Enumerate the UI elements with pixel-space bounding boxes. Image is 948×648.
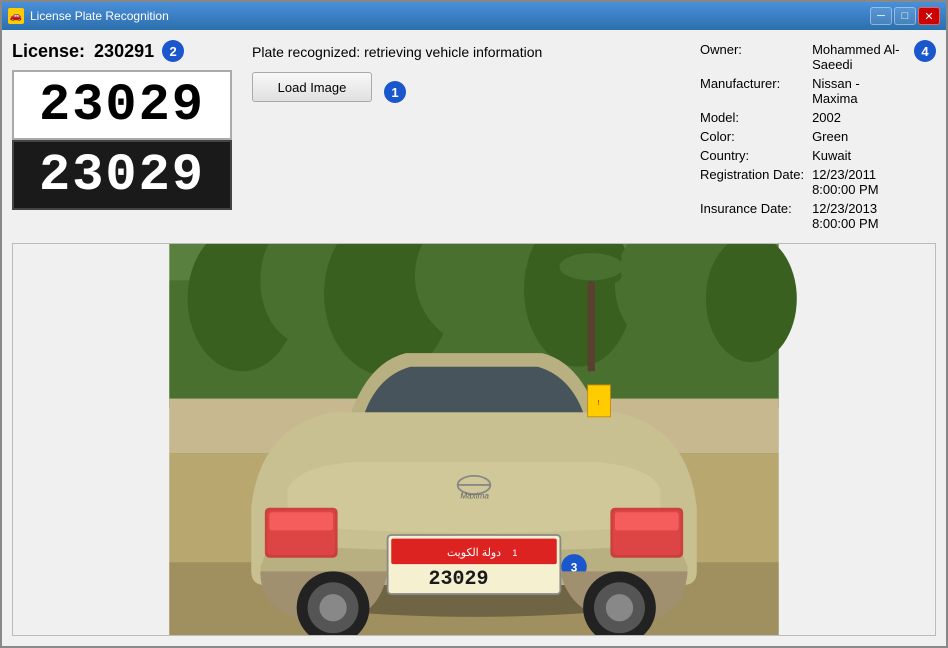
app-icon: 🚗 — [8, 8, 24, 24]
title-bar: 🚗 License Plate Recognition ─ □ ✕ — [2, 2, 946, 30]
car-image-section: دولة الكويت 1 23029 3 Maxima — [12, 243, 936, 636]
owner-row: Owner: Mohammed Al-Saeedi — [696, 40, 908, 74]
load-image-button[interactable]: Load Image — [252, 72, 372, 102]
plate-display-white: 23029 — [12, 70, 232, 140]
reg-date-row: Registration Date: 12/23/2011 8:00:00 PM — [696, 165, 908, 199]
upper-section: License: 230291 2 23029 23029 Plate reco… — [12, 40, 936, 235]
plate-display-black: 23029 — [12, 140, 232, 210]
svg-text:Maxima: Maxima — [460, 492, 489, 501]
car-image-svg: دولة الكويت 1 23029 3 Maxima — [13, 244, 935, 635]
license-label: License: 230291 — [12, 41, 154, 62]
btn-badge-row: Load Image 1 — [252, 72, 686, 112]
license-header: License: 230291 2 — [12, 40, 242, 62]
country-label: Country: — [696, 146, 808, 165]
minimize-button[interactable]: ─ — [870, 7, 892, 25]
color-row: Color: Green — [696, 127, 908, 146]
manufacturer-row: Manufacturer: Nissan - Maxima — [696, 74, 908, 108]
model-row: Model: 2002 — [696, 108, 908, 127]
info-section: Owner: Mohammed Al-Saeedi Manufacturer: … — [696, 40, 936, 235]
svg-text:23029: 23029 — [429, 568, 489, 591]
title-bar-left: 🚗 License Plate Recognition — [8, 8, 169, 24]
close-button[interactable]: ✕ — [918, 7, 940, 25]
load-badge: 1 — [384, 81, 406, 103]
status-text: Plate recognized: retrieving vehicle inf… — [252, 44, 686, 60]
country-row: Country: Kuwait — [696, 146, 908, 165]
country-value: Kuwait — [808, 146, 908, 165]
license-badge: 2 — [162, 40, 184, 62]
manufacturer-value: Nissan - Maxima — [808, 74, 908, 108]
reg-date-label: Registration Date: — [696, 165, 808, 199]
info-badge: 4 — [914, 40, 936, 62]
main-window: 🚗 License Plate Recognition ─ □ ✕ Licens… — [0, 0, 948, 648]
svg-text:!: ! — [598, 398, 600, 407]
plate-section: License: 230291 2 23029 23029 — [12, 40, 242, 235]
ins-date-value: 12/23/2013 8:00:00 PM — [808, 199, 908, 233]
manufacturer-label: Manufacturer: — [696, 74, 808, 108]
color-label: Color: — [696, 127, 808, 146]
model-value: 2002 — [808, 108, 908, 127]
vehicle-info-table: Owner: Mohammed Al-Saeedi Manufacturer: … — [696, 40, 908, 233]
svg-text:1: 1 — [512, 548, 517, 558]
reg-date-value: 12/23/2011 8:00:00 PM — [808, 165, 908, 199]
maximize-button[interactable]: □ — [894, 7, 916, 25]
color-value: Green — [808, 127, 908, 146]
plate-number-black: 23029 — [39, 146, 205, 205]
ins-date-row: Insurance Date: 12/23/2013 8:00:00 PM — [696, 199, 908, 233]
plate-number-white: 23029 — [39, 76, 205, 135]
top-right-area: Owner: Mohammed Al-Saeedi Manufacturer: … — [696, 40, 936, 233]
window-controls: ─ □ ✕ — [870, 7, 940, 25]
model-label: Model: — [696, 108, 808, 127]
ins-date-label: Insurance Date: — [696, 199, 808, 233]
window-title: License Plate Recognition — [30, 9, 169, 23]
owner-label: Owner: — [696, 40, 808, 74]
svg-text:دولة الكويت: دولة الكويت — [447, 547, 501, 559]
center-top: Plate recognized: retrieving vehicle inf… — [252, 40, 686, 235]
owner-value: Mohammed Al-Saeedi — [808, 40, 908, 74]
